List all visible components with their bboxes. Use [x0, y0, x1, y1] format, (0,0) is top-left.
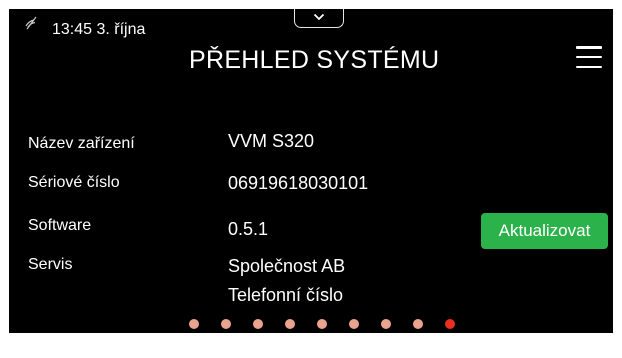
software-version-value: 0.5.1	[228, 219, 269, 239]
software-label: Software	[28, 217, 92, 234]
page-dot[interactable]	[221, 319, 231, 329]
device-name-value: VVM S320	[228, 131, 315, 151]
status-clock: 13:45 3. října	[52, 21, 146, 38]
page-dot[interactable]	[349, 319, 359, 329]
service-company-value: Společnost AB	[228, 256, 346, 276]
page-dot[interactable]	[317, 319, 327, 329]
system-overview-screen: 13:45 3. října PŘEHLED SYSTÉMU Název zař…	[9, 9, 613, 333]
page-dot[interactable]	[253, 319, 263, 329]
update-button[interactable]: Aktualizovat	[481, 213, 608, 249]
page-dot[interactable]	[285, 319, 295, 329]
hamburger-menu-icon[interactable]	[576, 46, 602, 68]
menu-bar	[576, 65, 602, 68]
service-phone-value: Telefonní číslo	[228, 285, 344, 305]
page-dot[interactable]	[189, 319, 199, 329]
menu-bar	[576, 55, 602, 59]
pull-down-tab[interactable]	[294, 9, 344, 28]
no-signal-icon	[25, 16, 37, 30]
page-dot[interactable]	[381, 319, 391, 329]
service-label: Servis	[28, 256, 73, 273]
device-name-label: Název zařízení	[28, 135, 135, 152]
page-title: PŘEHLED SYSTÉMU	[189, 46, 440, 74]
serial-number-value: 06919618030101	[228, 173, 369, 193]
page-dot[interactable]	[413, 319, 423, 329]
menu-bar	[576, 46, 602, 49]
serial-number-label: Sériové číslo	[28, 174, 120, 191]
chevron-down-icon	[313, 13, 325, 21]
page-dot-active[interactable]	[445, 319, 455, 329]
